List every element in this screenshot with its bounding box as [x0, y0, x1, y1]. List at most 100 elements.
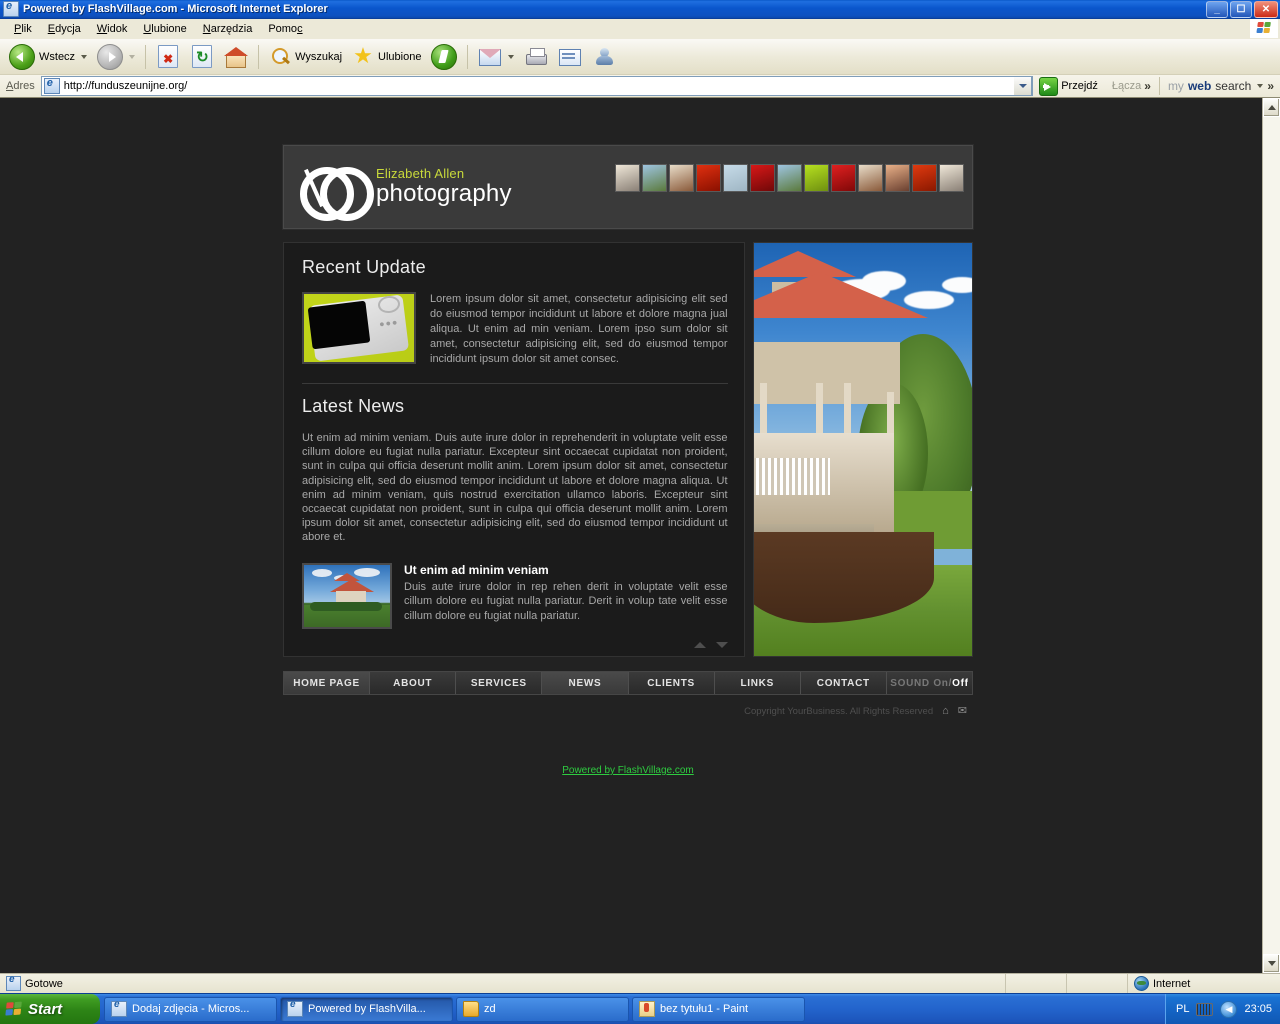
nav-item-about[interactable]: ABOUT	[370, 672, 457, 694]
search-button[interactable]: Wyszukaj	[265, 40, 346, 74]
thumbnail-13[interactable]	[939, 164, 964, 192]
scrollbar-down-button[interactable]	[1263, 954, 1280, 973]
news-list-item[interactable]: Ut enim ad minim veniam Duis aute irure …	[302, 562, 728, 629]
menu-item-ulubione[interactable]: Ulubione	[135, 22, 194, 36]
news-item-thumbnail[interactable]	[302, 562, 392, 629]
nav-item-links[interactable]: LINKS	[715, 672, 801, 694]
thumbnail-7[interactable]	[777, 164, 802, 192]
news-item-desc: Duis aute irure dolor in rep rehen derit…	[404, 580, 728, 622]
menu-item-widok[interactable]: Widok	[89, 22, 136, 36]
nav-item-contact[interactable]: CONTACT	[801, 672, 887, 694]
print-button[interactable]	[520, 40, 552, 74]
mail-icon[interactable]: ✉	[958, 706, 967, 717]
minimize-button[interactable]: _	[1206, 1, 1228, 18]
home-icon[interactable]: ⌂	[942, 706, 949, 717]
recent-update-thumbnail[interactable]: ●●●	[302, 292, 416, 364]
taskbar: Start Dodaj zdjęcia - Micros... Powered b…	[0, 993, 1280, 1024]
maximize-button[interactable]: ☐	[1230, 1, 1252, 18]
messenger-icon	[592, 47, 616, 67]
nav-item-news[interactable]: NEWS	[542, 672, 629, 694]
scrollbar-up-button[interactable]	[1263, 98, 1280, 117]
title-bar: Powered by FlashVillage.com - Microsoft …	[0, 0, 1280, 19]
thumbnail-6[interactable]	[750, 164, 775, 192]
favorites-button[interactable]: ★ Ulubione	[348, 40, 425, 74]
toolbar-separator	[258, 44, 260, 69]
thumbnail-9[interactable]	[831, 164, 856, 192]
thumbnail-11[interactable]	[885, 164, 910, 192]
thumbnail-8[interactable]	[804, 164, 829, 192]
forward-button[interactable]	[93, 40, 139, 74]
scrollbar-track[interactable]	[1263, 117, 1280, 954]
back-button[interactable]: Wstecz	[5, 40, 91, 74]
scroll-down-icon[interactable]	[715, 642, 728, 648]
thumbnail-1[interactable]	[615, 164, 640, 192]
thumbnail-4[interactable]	[696, 164, 721, 192]
thumbnail-5[interactable]	[723, 164, 748, 192]
go-button[interactable]: Przejdź	[1037, 76, 1104, 96]
chevron-down-icon[interactable]	[129, 54, 136, 59]
sound-prefix: SOUND On/	[890, 677, 953, 689]
address-url-text: http://funduszeunijne.org/	[63, 80, 188, 92]
clock[interactable]: 23:05	[1244, 1003, 1272, 1015]
show-hidden-icons-button[interactable]: ◀	[1220, 1000, 1238, 1018]
site-header: Elizabeth Allen photography	[283, 145, 973, 229]
menu-bar: PPliklik Edycja Widok Ulubione Narzędzia…	[0, 19, 1280, 39]
menu-item-pomoc[interactable]: Pomoc	[260, 22, 310, 36]
news-scroll-arrows[interactable]	[693, 642, 728, 648]
nav-item-clients[interactable]: CLIENTS	[629, 672, 715, 694]
links-toolbar-button[interactable]: Łącza »	[1108, 79, 1155, 93]
powered-by-link[interactable]: Powered by FlashVillage.com	[562, 765, 694, 776]
refresh-button[interactable]	[186, 40, 218, 74]
home-button[interactable]	[220, 40, 252, 74]
taskbar-item[interactable]: Dodaj zdjęcia - Micros...	[104, 996, 277, 1022]
sound-toggle[interactable]: SOUND On/Off	[887, 672, 972, 694]
taskbar-item[interactable]: zd	[456, 996, 629, 1022]
mail-button[interactable]	[474, 40, 518, 74]
nav-item-services[interactable]: SERVICES	[456, 672, 543, 694]
thumbnail-2[interactable]	[642, 164, 667, 192]
paint-icon	[639, 1001, 655, 1017]
latest-news-title: Latest News	[302, 396, 405, 416]
menu-item-narzedzia[interactable]: Narzędzia	[195, 22, 261, 36]
thumbnail-strip[interactable]	[615, 164, 964, 192]
language-indicator[interactable]: PL	[1176, 1003, 1189, 1015]
navigation-toolbar: Wstecz Wyszukaj ★ Ulubione	[0, 39, 1280, 75]
security-zone[interactable]: Internet	[1127, 974, 1280, 993]
nav-item-home-page[interactable]: HOME PAGE	[284, 672, 371, 694]
start-button[interactable]: Start	[0, 994, 100, 1024]
messenger-button[interactable]	[588, 40, 620, 74]
chevron-right-icon[interactable]: »	[1267, 79, 1274, 93]
stop-icon	[158, 45, 179, 68]
mws-part1: my	[1167, 79, 1184, 93]
thumbnail-12[interactable]	[912, 164, 937, 192]
stop-button[interactable]	[152, 40, 184, 74]
address-dropdown-button[interactable]	[1014, 76, 1033, 96]
menu-item-plik[interactable]: PPliklik	[6, 22, 40, 36]
taskbar-item-label: Powered by FlashVilla...	[308, 1003, 426, 1015]
task-list: Dodaj zdjęcia - Micros... Powered by Flas…	[100, 994, 1165, 1024]
edit-button[interactable]	[554, 40, 586, 74]
site-logo[interactable]: Elizabeth Allen photography	[284, 164, 512, 221]
thumbnail-10[interactable]	[858, 164, 883, 192]
vertical-scrollbar[interactable]	[1262, 98, 1280, 973]
taskbar-item[interactable]: bez tytułu1 - Paint	[632, 996, 805, 1022]
chevron-down-icon[interactable]	[81, 54, 88, 59]
chevron-down-icon[interactable]	[508, 54, 515, 59]
chevron-right-icon[interactable]: »	[1144, 79, 1151, 93]
status-text: Gotowe	[25, 977, 63, 990]
address-input[interactable]: http://funduszeunijne.org/	[40, 76, 1034, 96]
menu-item-edycja[interactable]: Edycja	[40, 22, 89, 36]
mywebsearch-toolbar[interactable]: my web search »	[1164, 79, 1278, 93]
media-button[interactable]	[427, 40, 461, 74]
recent-update-title: Recent Update	[302, 257, 426, 277]
thumbnail-3[interactable]	[669, 164, 694, 192]
status-spacer-1	[1005, 974, 1066, 993]
content-column: Recent Update ●●● Lorem ipsum dolor sit …	[283, 242, 745, 657]
scroll-up-icon[interactable]	[693, 642, 706, 648]
taskbar-item[interactable]: Powered by FlashVilla...	[280, 996, 453, 1022]
chevron-down-icon[interactable]	[1257, 84, 1264, 88]
feature-photo[interactable]	[752, 242, 973, 657]
close-button[interactable]: ✕	[1254, 1, 1278, 18]
page-icon	[43, 77, 60, 94]
keyboard-icon[interactable]	[1196, 1002, 1214, 1016]
